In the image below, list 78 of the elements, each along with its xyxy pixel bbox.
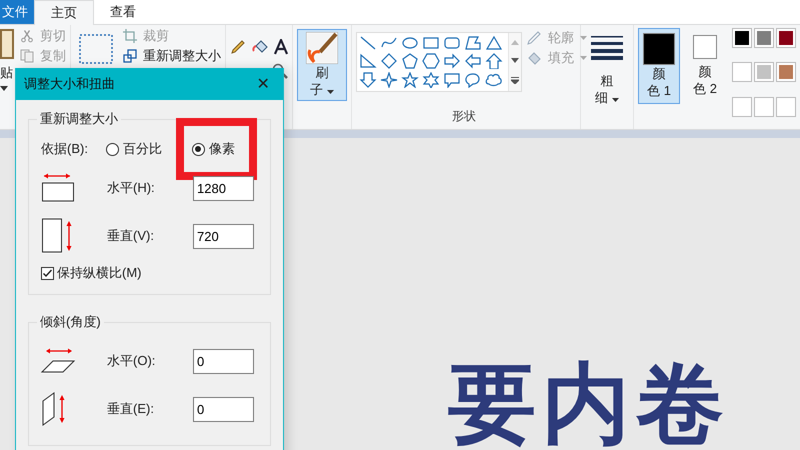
resize-icon xyxy=(123,49,137,63)
palette-color[interactable] xyxy=(732,62,752,82)
field-label: 垂直(E): xyxy=(107,400,155,418)
diamond-icon[interactable] xyxy=(380,53,398,70)
checkbox-icon xyxy=(41,266,54,280)
input-field[interactable]: 0 xyxy=(193,348,254,374)
down-arrow-icon[interactable] xyxy=(359,72,377,88)
radio-icon xyxy=(106,142,119,156)
dialog-title: 调整大小和扭曲 xyxy=(24,75,115,93)
close-button[interactable]: ✕ xyxy=(243,68,283,100)
palette-color[interactable] xyxy=(776,28,796,48)
right-triangle-icon[interactable] xyxy=(359,53,377,70)
horizontal-skew-icon xyxy=(41,348,75,374)
cloud-callout-icon[interactable] xyxy=(485,72,503,88)
rounded-rectangle-icon[interactable] xyxy=(443,35,461,51)
ellipse-icon[interactable] xyxy=(401,35,419,51)
polygon-icon[interactable] xyxy=(464,35,482,51)
input-field[interactable]: 1280 xyxy=(193,176,254,200)
horizontal-resize-icon xyxy=(41,173,75,203)
up-arrow-icon[interactable] xyxy=(485,53,503,70)
left-arrow-icon[interactable] xyxy=(464,53,482,70)
group-title: 倾斜(角度) xyxy=(39,313,102,331)
radio-icon xyxy=(192,142,205,156)
pencil-icon xyxy=(526,30,542,46)
field-label: 水平(O): xyxy=(107,352,156,370)
fill-bucket-icon[interactable] xyxy=(252,39,268,55)
color-button[interactable]: 颜 色 2 xyxy=(684,28,726,104)
image-text: 要内卷 xyxy=(448,360,730,448)
resize-button[interactable]: 重新调整大小 xyxy=(123,48,221,64)
palette-color[interactable] xyxy=(776,62,796,82)
speech-bubble-icon[interactable] xyxy=(443,72,461,88)
radio-option[interactable]: 像素 xyxy=(176,118,257,180)
caret-icon xyxy=(612,98,619,102)
radio-option[interactable]: 百分比 xyxy=(106,140,162,158)
hexagon-icon[interactable] xyxy=(422,53,440,70)
caret-icon xyxy=(580,56,587,60)
ribbon-tab[interactable]: 查看 xyxy=(94,0,152,24)
group-title: 重新调整大小 xyxy=(39,110,119,128)
paste-label[interactable]: 贴 xyxy=(0,64,13,82)
scissors-icon xyxy=(21,30,33,42)
field-label: 水平(H): xyxy=(107,179,156,197)
caret-icon xyxy=(326,90,334,94)
pentagon-icon[interactable] xyxy=(401,53,419,70)
expand-icon[interactable] xyxy=(511,77,519,84)
star-icon[interactable] xyxy=(401,72,419,88)
oval-callout-icon[interactable] xyxy=(464,72,482,88)
color-button[interactable]: 颜 色 1 xyxy=(638,28,680,104)
input-field[interactable]: 720 xyxy=(193,224,254,248)
palette-color[interactable] xyxy=(754,28,774,48)
right-arrow-icon[interactable] xyxy=(443,53,461,70)
copy-icon xyxy=(20,49,34,63)
field-label: 垂直(V): xyxy=(107,227,155,245)
size-button[interactable]: 粗 细 xyxy=(591,28,623,129)
palette-color[interactable] xyxy=(732,28,752,48)
ribbon-tab[interactable]: 文件 xyxy=(0,0,34,24)
text-tool-icon[interactable] xyxy=(274,39,288,55)
select-icon[interactable] xyxy=(79,34,113,64)
brushes-button[interactable]: 刷 子 xyxy=(297,29,347,101)
fill-bucket-icon xyxy=(526,50,542,66)
six-point-star-icon[interactable] xyxy=(422,72,440,88)
palette-color[interactable] xyxy=(754,62,774,82)
group-label: 形状 xyxy=(452,108,476,125)
triangle-icon[interactable] xyxy=(485,35,503,51)
by-label: 依据(B): xyxy=(41,140,88,158)
brush-icon xyxy=(306,32,338,64)
clipboard-icon[interactable] xyxy=(0,28,14,60)
caret-icon xyxy=(580,36,587,40)
line-icon[interactable] xyxy=(359,35,377,51)
scroll-down-icon[interactable] xyxy=(511,58,519,64)
caret-icon[interactable] xyxy=(0,86,8,91)
rectangle-icon[interactable] xyxy=(422,35,440,51)
pencil-icon[interactable] xyxy=(230,39,246,55)
ribbon-tab[interactable]: 主页 xyxy=(34,0,94,25)
input-field[interactable]: 0 xyxy=(193,396,254,422)
crop-icon xyxy=(123,29,137,43)
four-point-star-icon[interactable] xyxy=(380,72,398,88)
keep-ratio-checkbox[interactable]: 保持纵横比(M) xyxy=(41,264,260,282)
line-width-icon xyxy=(591,36,623,60)
